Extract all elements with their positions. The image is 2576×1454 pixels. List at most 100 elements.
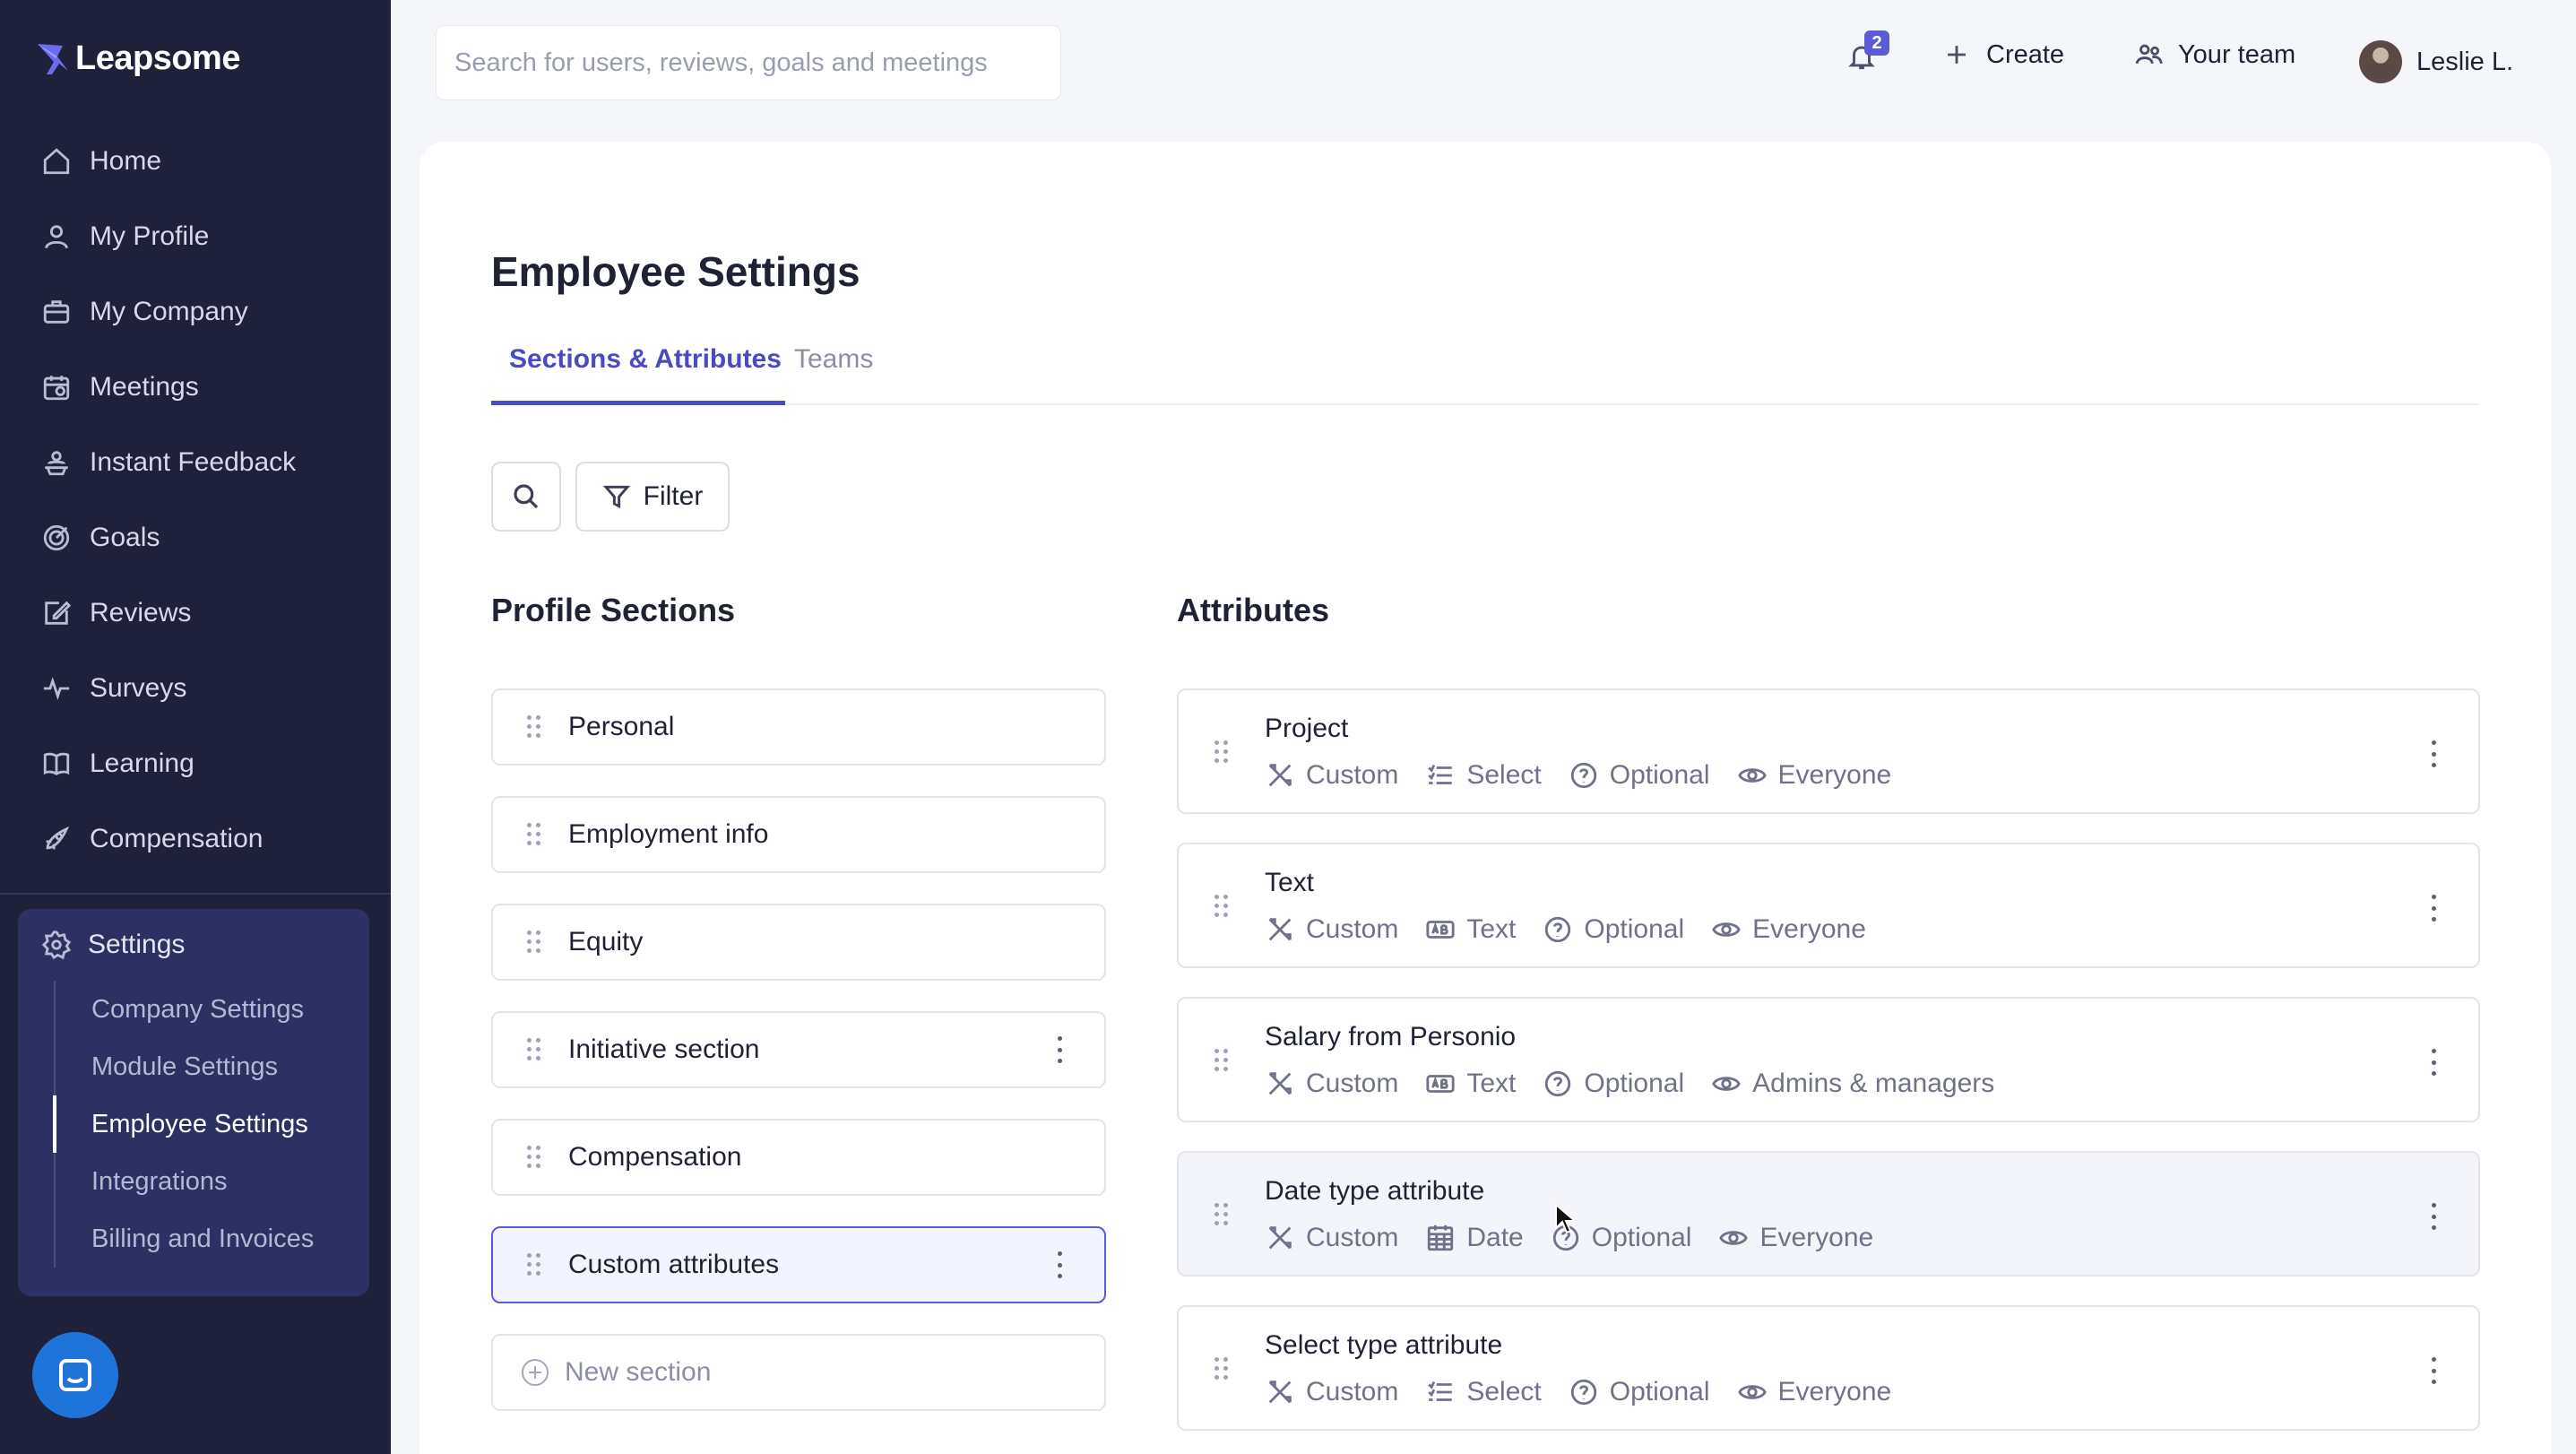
tab-teams[interactable]: Teams xyxy=(791,344,877,405)
filter-button[interactable]: Filter xyxy=(575,462,730,532)
attribute-row-salary-from-personio[interactable]: Salary from Personio Custom Text Optiona… xyxy=(1177,997,2480,1122)
calendar-grid-icon xyxy=(1428,1225,1454,1251)
rocket-icon xyxy=(46,826,70,850)
sidebar-item-reviews[interactable]: Reviews xyxy=(0,576,391,651)
page-title: Employee Settings xyxy=(491,248,860,295)
briefcase-icon xyxy=(43,300,70,324)
attribute-meta: Custom Text Optional Admins & managers xyxy=(1265,1069,1994,1099)
settings-submenu: Company Settings Module Settings Employe… xyxy=(53,981,350,1268)
section-row-initiative-section[interactable]: Initiative section xyxy=(491,1011,1106,1088)
text-field-icon xyxy=(1426,921,1455,939)
sidebar-item-settings[interactable]: Settings xyxy=(18,909,369,981)
drag-handle-icon[interactable] xyxy=(527,1253,541,1277)
tab-sections-attributes[interactable]: Sections & Attributes xyxy=(491,344,785,405)
help-circle-icon xyxy=(1545,1070,1571,1097)
support-chat-button[interactable] xyxy=(32,1332,118,1418)
attribute-row-text[interactable]: Text Custom Text Optional Everyone xyxy=(1177,843,2480,968)
sidebar-item-meetings[interactable]: Meetings xyxy=(0,350,391,425)
drag-handle-icon[interactable] xyxy=(1215,740,1229,764)
your-team-button[interactable]: Your team xyxy=(2133,39,2295,70)
more-options-icon[interactable] xyxy=(1054,1251,1065,1278)
section-label: Custom attributes xyxy=(568,1250,780,1279)
search-button[interactable] xyxy=(491,462,561,532)
drag-handle-icon[interactable] xyxy=(1215,1357,1229,1380)
sidebar-item-goals[interactable]: Goals xyxy=(0,500,391,576)
more-options-icon[interactable] xyxy=(1054,1036,1065,1063)
pulse-icon xyxy=(43,677,70,700)
more-options-icon[interactable] xyxy=(2428,740,2439,767)
plus-circle-icon xyxy=(522,1359,549,1386)
drag-handle-icon[interactable] xyxy=(1215,1203,1229,1226)
sidebar-item-my-company[interactable]: My Company xyxy=(0,274,391,350)
attribute-meta: Custom Text Optional Everyone xyxy=(1265,914,1866,945)
sidebar-item-home[interactable]: Home xyxy=(0,124,391,199)
drag-handle-icon[interactable] xyxy=(527,823,541,846)
help-circle-icon xyxy=(1570,762,1596,789)
more-options-icon[interactable] xyxy=(2428,1203,2439,1230)
attribute-requirement: Optional xyxy=(1569,760,1710,791)
section-row-equity[interactable]: Equity xyxy=(491,904,1106,981)
filter-label: Filter xyxy=(643,481,704,511)
sidebar-divider xyxy=(0,893,391,895)
sidebar-item-label: Goals xyxy=(90,523,160,552)
create-button[interactable]: Create xyxy=(1941,39,2064,70)
drag-handle-icon[interactable] xyxy=(1215,895,1229,918)
notifications-button[interactable]: 2 xyxy=(1846,30,1889,81)
attribute-row-project[interactable]: Project Custom Select Optional Everyone xyxy=(1177,688,2480,814)
search-input[interactable] xyxy=(454,48,1042,78)
tools-icon xyxy=(1268,918,1292,941)
attribute-meta: Custom Select Optional Everyone xyxy=(1265,760,1891,791)
more-options-icon[interactable] xyxy=(2428,1049,2439,1076)
attribute-source: Custom xyxy=(1265,1223,1398,1253)
attribute-source: Custom xyxy=(1265,1069,1398,1099)
submenu-item-module-settings[interactable]: Module Settings xyxy=(56,1038,350,1095)
attribute-row-select-type-attribute[interactable]: Select type attribute Custom Select Opti… xyxy=(1177,1305,2480,1431)
attribute-name: Text xyxy=(1265,868,1315,897)
new-section-label: New section xyxy=(565,1357,712,1387)
section-row-personal[interactable]: Personal xyxy=(491,688,1106,766)
user-menu[interactable]: Leslie L. xyxy=(2359,32,2513,91)
attributes-heading: Attributes xyxy=(1177,592,1329,628)
section-row-compensation[interactable]: Compensation xyxy=(491,1119,1106,1196)
drag-handle-icon[interactable] xyxy=(527,715,541,739)
attribute-source: Custom xyxy=(1265,760,1398,791)
tools-icon xyxy=(1268,1380,1292,1404)
section-row-custom-attributes[interactable]: Custom attributes xyxy=(491,1226,1106,1303)
attribute-name: Date type attribute xyxy=(1265,1176,1485,1206)
attribute-row-date-type-attribute[interactable]: Date type attribute Custom Date Optional… xyxy=(1177,1151,2480,1277)
list-icon xyxy=(1428,1381,1453,1401)
sidebar-item-surveys[interactable]: Surveys xyxy=(0,651,391,726)
target-icon xyxy=(43,524,70,551)
more-options-icon[interactable] xyxy=(2428,1357,2439,1384)
type-label: Select xyxy=(1466,1377,1542,1406)
section-row-employment-info[interactable]: Employment info xyxy=(491,796,1106,873)
requirement-label: Optional xyxy=(1609,1377,1710,1406)
sidebar-item-label: Compensation xyxy=(90,824,264,853)
submenu-item-billing-and-invoices[interactable]: Billing and Invoices xyxy=(56,1210,350,1268)
attribute-type: Select xyxy=(1425,760,1542,791)
drag-handle-icon[interactable] xyxy=(527,930,541,954)
leapsome-logo[interactable]: Leapsome xyxy=(36,39,240,78)
profile-sections-heading: Profile Sections xyxy=(491,592,736,628)
sidebar-item-compensation[interactable]: Compensation xyxy=(0,801,391,877)
new-section-button[interactable]: New section xyxy=(491,1334,1106,1411)
home-icon xyxy=(43,148,70,175)
sidebar-item-learning[interactable]: Learning xyxy=(0,726,391,801)
submenu-item-company-settings[interactable]: Company Settings xyxy=(56,981,350,1038)
drag-handle-icon[interactable] xyxy=(527,1146,541,1169)
submenu-item-employee-settings[interactable]: Employee Settings xyxy=(53,1095,350,1153)
attribute-source: Custom xyxy=(1265,1377,1398,1407)
help-circle-icon xyxy=(1545,916,1571,943)
drag-handle-icon[interactable] xyxy=(527,1038,541,1061)
sidebar-item-my-profile[interactable]: My Profile xyxy=(0,199,391,274)
feedback-icon xyxy=(45,451,68,476)
submenu-item-integrations[interactable]: Integrations xyxy=(56,1153,350,1210)
attribute-visibility: Admins & managers xyxy=(1711,1069,1994,1099)
source-label: Custom xyxy=(1306,760,1399,790)
sidebar-item-instant-feedback[interactable]: Instant Feedback xyxy=(0,425,391,500)
sidebar-item-label: Meetings xyxy=(90,372,199,402)
more-options-icon[interactable] xyxy=(2428,895,2439,922)
eye-icon xyxy=(1737,1385,1767,1399)
settings-tabs: Sections & Attributes Teams xyxy=(491,344,2479,405)
drag-handle-icon[interactable] xyxy=(1215,1049,1229,1072)
